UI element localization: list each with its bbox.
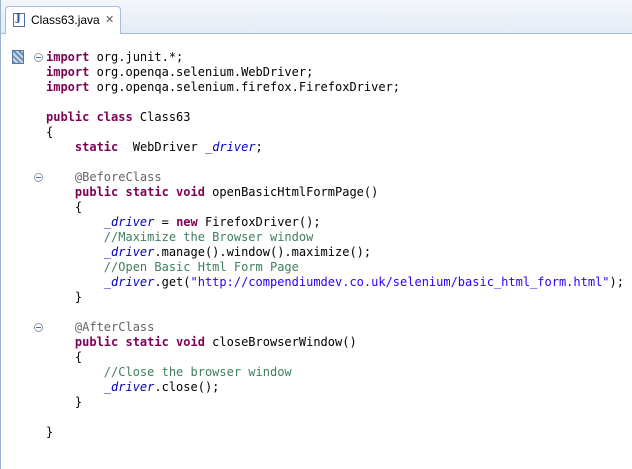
code-token: ; <box>255 140 263 154</box>
code-line: import org.openqa.selenium.firefox.Firef… <box>46 80 624 95</box>
code-line: //Maximize the Browser window <box>46 230 624 245</box>
code-token: = <box>154 215 177 229</box>
field-token: _driver <box>204 140 256 154</box>
code-token: openBasicHtmlFormPage() <box>204 185 379 199</box>
fold-imports-icon[interactable] <box>34 53 43 62</box>
code-token: FirefoxDriver(); <box>197 215 321 229</box>
code-line: //Close the browser window <box>46 365 624 380</box>
code-line: import org.junit.*; <box>46 50 624 65</box>
source-code[interactable]: import org.junit.*; import org.openqa.sel… <box>46 50 624 440</box>
annotation-token: @AfterClass <box>74 320 155 334</box>
code-token: Class63 <box>132 110 191 124</box>
keyword-token: public class <box>46 110 133 124</box>
keyword-token: new <box>176 215 198 229</box>
code-line: _driver.get("http://compendiumdev.co.uk/… <box>46 275 624 290</box>
code-token: { <box>46 200 83 214</box>
keyword-token: import <box>46 65 90 79</box>
comment-token: //Close the browser window <box>103 365 292 379</box>
field-token: _driver <box>103 215 155 229</box>
code-token: .get( <box>154 275 191 289</box>
editor-window: J Class63.java ✕ import org.junit.*; impo… <box>0 0 632 469</box>
code-token: .manage().window().maximize(); <box>154 245 372 259</box>
code-line: { <box>46 350 624 365</box>
code-line: static WebDriver _driver; <box>46 140 624 155</box>
tab-class63-java[interactable]: J Class63.java ✕ <box>5 6 121 34</box>
fold-afterclass-method-icon[interactable] <box>34 323 43 332</box>
code-line: { <box>46 125 624 140</box>
java-file-icon: J <box>13 13 25 27</box>
code-token: } <box>46 395 83 409</box>
code-token: { <box>46 125 54 139</box>
code-line: public class Class63 <box>46 110 624 125</box>
code-token: org.junit.*; <box>89 50 184 64</box>
editor-tab-bar: J Class63.java ✕ <box>1 0 632 34</box>
string-token: "http://compendiumdev.co.uk/selenium/bas… <box>190 275 610 289</box>
code-editor[interactable]: import org.junit.*; import org.openqa.sel… <box>1 34 632 469</box>
code-token: } <box>46 425 54 439</box>
code-token: { <box>46 350 83 364</box>
code-line: public static void openBasicHtmlFormPage… <box>46 185 624 200</box>
comment-token: //Open Basic Html Form Page <box>103 260 299 274</box>
code-line: @BeforeClass <box>46 170 624 185</box>
code-line: @AfterClass <box>46 320 624 335</box>
keyword-token: import <box>46 80 90 94</box>
keyword-token: import <box>46 50 90 64</box>
occurrence-marker-icon <box>12 50 24 64</box>
code-token: org.openqa.selenium.firefox.FirefoxDrive… <box>89 80 401 94</box>
keyword-token: public static void <box>74 185 205 199</box>
code-token: org.openqa.selenium.WebDriver; <box>89 65 314 79</box>
code-line: _driver.close(); <box>46 380 624 395</box>
close-icon[interactable]: ✕ <box>105 13 114 27</box>
tab-title: Class63.java <box>31 13 100 27</box>
code-line: } <box>46 290 624 305</box>
code-token: .close(); <box>154 380 220 394</box>
keyword-token: public static void <box>74 335 205 349</box>
field-token: _driver <box>103 275 155 289</box>
annotation-ruler <box>1 34 29 469</box>
field-token: _driver <box>103 380 155 394</box>
keyword-token: static <box>74 140 119 154</box>
code-line: } <box>46 395 624 410</box>
code-line: import org.openqa.selenium.WebDriver; <box>46 65 624 80</box>
code-line: public static void closeBrowserWindow() <box>46 335 624 350</box>
java-file-icon-letter: J <box>16 13 21 24</box>
code-token: } <box>46 290 83 304</box>
code-line: _driver.manage().window().maximize(); <box>46 245 624 260</box>
code-line: } <box>46 425 624 440</box>
fold-beforeclass-method-icon[interactable] <box>34 173 43 182</box>
comment-token: //Maximize the Browser window <box>103 230 314 244</box>
code-line: { <box>46 200 624 215</box>
code-token: closeBrowserWindow() <box>204 335 357 349</box>
code-token: ); <box>609 275 624 289</box>
field-token: _driver <box>103 245 155 259</box>
code-line: _driver = new FirefoxDriver(); <box>46 215 624 230</box>
code-line: //Open Basic Html Form Page <box>46 260 624 275</box>
code-token: WebDriver <box>118 140 205 154</box>
annotation-token: @BeforeClass <box>74 170 162 184</box>
